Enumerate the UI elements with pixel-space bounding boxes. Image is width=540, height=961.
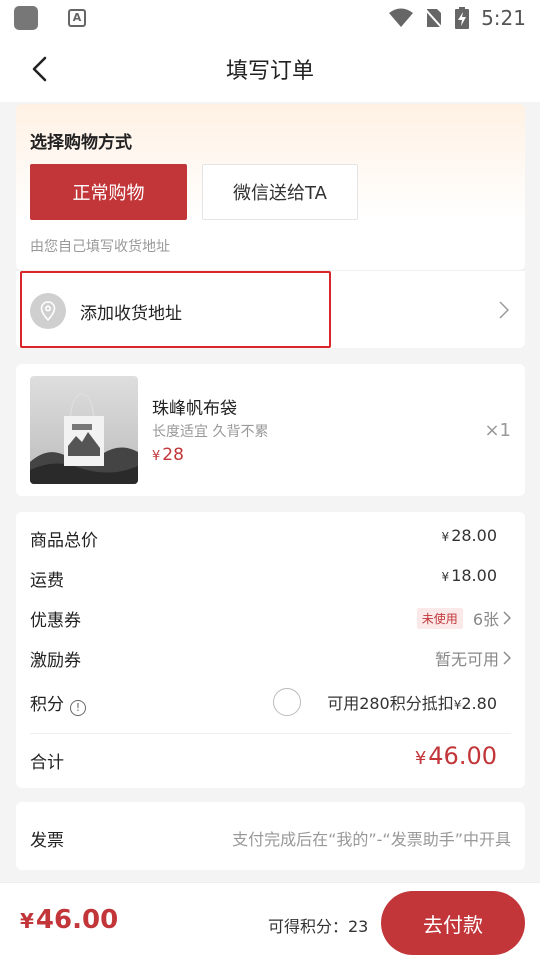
coupon-unused-badge: 未使用 (416, 607, 463, 629)
product-price-value: 28 (162, 445, 184, 465)
no-sim-icon (425, 8, 444, 29)
keyboard-notification-icon: A (68, 9, 86, 27)
points-label: 积分 (30, 695, 64, 715)
pay-button[interactable]: 去付款 (381, 891, 525, 955)
info-icon[interactable]: ! (70, 699, 86, 716)
status-time: 5:21 (481, 6, 526, 30)
wifi-icon (389, 8, 414, 27)
wechat-gift-button[interactable]: 微信送给TA (202, 164, 358, 220)
invoice-row: 发票 支付完成后在“我的”-“发票助手”中开具 (16, 802, 525, 870)
nav-bar: 填写订单 (0, 36, 540, 102)
normal-shopping-button[interactable]: 正常购物 (30, 164, 187, 220)
total-label: 合计 (30, 753, 64, 773)
product-description: 长度适宜 久背不累 (152, 424, 269, 440)
product-quantity: ×1 (484, 420, 511, 441)
invoice-note: 支付完成后在“我的”-“发票助手”中开具 (232, 830, 511, 849)
shipping-label: 运费 (30, 571, 64, 591)
shopping-mode-card: 选择购物方式 正常购物 微信送给TA 由您自己填写收货地址 (16, 104, 525, 270)
goods-total-label: 商品总价 (30, 531, 98, 551)
incentive-label: 激励券 (30, 651, 81, 671)
location-pin-icon (30, 293, 66, 329)
total-row: 合计 ¥46.00 (30, 742, 497, 773)
product-card: 珠峰帆布袋 长度适宜 久背不累 ¥28 ×1 (16, 364, 525, 496)
earn-points-text: 可得积分：23 (268, 917, 369, 936)
checkout-footer: ¥46.00 可得积分：23 去付款 (0, 882, 540, 961)
incentive-row[interactable]: 激励券 暂无可用 (30, 646, 511, 671)
incentive-value: 暂无可用 (434, 650, 499, 669)
chevron-right-icon (503, 651, 511, 665)
coupon-selector[interactable]: 未使用 6张 (416, 606, 511, 630)
shipping-row: 运费 ¥18.00 (30, 566, 497, 591)
back-chevron-icon (32, 56, 47, 82)
coupon-count: 6张 (472, 610, 499, 629)
footer-total: ¥46.00 (20, 905, 119, 935)
incentive-selector[interactable]: 暂无可用 (435, 646, 511, 670)
coupon-row[interactable]: 优惠券 未使用 6张 (30, 606, 511, 631)
chevron-right-icon (499, 301, 509, 319)
points-row: 积分! 可用280积分抵扣¥2.80 (30, 688, 497, 716)
status-bar: A 5:21 (0, 0, 540, 36)
shopping-mode-hint: 由您自己填写收货地址 (30, 239, 170, 255)
app-notification-icon (14, 6, 38, 30)
add-address-row[interactable]: 添加收货地址 (16, 270, 525, 348)
goods-total-value: ¥28.00 (441, 526, 497, 545)
product-image[interactable] (30, 376, 138, 484)
product-price: ¥28 (152, 445, 184, 465)
shopping-mode-title: 选择购物方式 (30, 133, 132, 153)
shipping-value: ¥18.00 (441, 566, 497, 585)
battery-charging-icon (455, 7, 470, 29)
back-button[interactable] (22, 52, 56, 86)
chevron-right-icon (503, 611, 511, 625)
page-title: 填写订单 (225, 59, 314, 84)
status-indicators: 5:21 (389, 0, 526, 36)
points-radio[interactable] (273, 688, 301, 716)
product-name: 珠峰帆布袋 (152, 399, 237, 419)
points-deduction-text: 可用280积分抵扣¥2.80 (327, 694, 497, 713)
invoice-label: 发票 (30, 831, 64, 851)
add-address-label: 添加收货地址 (80, 304, 182, 324)
coupon-label: 优惠券 (30, 611, 81, 631)
total-value: ¥46.00 (414, 742, 497, 770)
order-summary-card: 商品总价 ¥28.00 运费 ¥18.00 优惠券 未使用 6张 激励券 暂无可… (16, 512, 525, 788)
summary-divider (30, 733, 511, 734)
goods-total-row: 商品总价 ¥28.00 (30, 526, 497, 551)
currency-symbol: ¥ (152, 449, 161, 464)
